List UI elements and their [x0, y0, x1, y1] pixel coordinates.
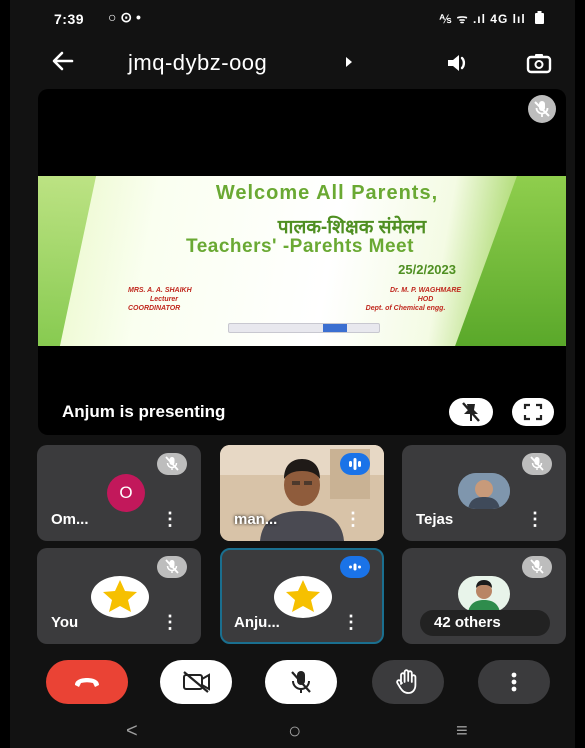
end-call-button[interactable]: [46, 660, 128, 704]
participant-tile-tejas[interactable]: Tejas ⋮: [402, 445, 566, 541]
star-avatar-icon: [91, 576, 149, 618]
mic-off-icon: [534, 101, 550, 117]
status-bar: 7:39 ○ ⊙ • ⅍ ᯤ .ıl 4G lıl: [10, 0, 575, 38]
switch-camera-button[interactable]: [524, 48, 554, 78]
more-options-button[interactable]: [478, 660, 550, 704]
unpin-button[interactable]: [449, 398, 493, 426]
call-controls: [10, 652, 575, 712]
audio-output-button[interactable]: [442, 48, 472, 78]
microphone-toggle-button[interactable]: [265, 660, 337, 704]
mic-off-icon: [165, 456, 179, 471]
camera-off-icon: [183, 671, 210, 693]
shared-slide: Welcome All Parents, पालक-शिक्षक संमेलन …: [38, 176, 566, 346]
nav-recents-button[interactable]: ≡: [456, 720, 468, 743]
more-options-icon: [511, 672, 517, 692]
system-navigation-bar: < ○ ≡: [10, 716, 575, 748]
nav-back-button[interactable]: <: [126, 720, 138, 743]
clock: 7:39: [54, 11, 85, 27]
muted-indicator: [522, 453, 552, 475]
audio-level-icon: [349, 563, 361, 571]
meeting-header: jmq-dybz-oog: [10, 40, 575, 86]
audio-level-icon: [349, 458, 361, 470]
participant-name: man...: [234, 511, 278, 528]
more-options-icon[interactable]: ⋮: [344, 509, 362, 530]
avatar: O: [107, 474, 145, 512]
nav-home-button[interactable]: ○: [288, 718, 301, 744]
network-indicators: ⅍ ᯤ .ıl 4G lıl: [439, 12, 526, 26]
camera-toggle-button[interactable]: [160, 660, 232, 704]
mic-off-icon: [291, 671, 311, 693]
profile-photo: [458, 473, 510, 509]
presentation-view[interactable]: Welcome All Parents, पालक-शिक्षक संमेलन …: [38, 89, 566, 435]
muted-indicator: [157, 453, 187, 475]
presentation-mute-indicator: [528, 95, 556, 123]
others-count: 42 others: [434, 614, 501, 631]
meeting-code[interactable]: jmq-dybz-oog: [128, 50, 267, 76]
slide-meet-title: Teachers' -Parehts Meet: [186, 236, 414, 257]
back-button[interactable]: [48, 48, 78, 78]
pin-off-icon: [462, 402, 480, 422]
more-options-icon[interactable]: ⋮: [161, 509, 179, 530]
mic-off-icon: [530, 456, 544, 471]
participant-tile-man[interactable]: man... ⋮: [220, 445, 384, 541]
battery-icon: [535, 11, 544, 24]
muted-indicator: [522, 556, 552, 578]
participant-tile-om[interactable]: O Om... ⋮: [37, 445, 201, 541]
fullscreen-button[interactable]: [512, 398, 554, 426]
slide-welcome: Welcome All Parents,: [215, 182, 439, 204]
fullscreen-icon: [523, 403, 543, 421]
avatar: [458, 576, 510, 612]
flip-camera-icon: [526, 54, 552, 74]
more-options-icon[interactable]: ⋮: [342, 612, 360, 633]
meet-screen: 7:39 ○ ⊙ • ⅍ ᯤ .ıl 4G lıl jmq-dybz-oog W…: [10, 0, 575, 748]
profile-photo: [458, 576, 510, 612]
participant-name: Anju...: [234, 614, 280, 631]
participant-name: Om...: [51, 511, 89, 528]
mic-off-icon: [165, 559, 179, 574]
speaking-indicator: [340, 556, 370, 578]
signal-icons: ⅍ ᯤ .ıl 4G lıl: [439, 10, 545, 27]
arrow-left-icon: [52, 51, 74, 71]
mic-off-icon: [530, 559, 544, 574]
more-options-icon[interactable]: ⋮: [161, 612, 179, 633]
slide-toolbar: [228, 323, 380, 333]
muted-indicator: [157, 556, 187, 578]
participant-name: You: [51, 614, 79, 631]
star-avatar-icon: [274, 576, 332, 618]
presenting-label: Anjum is presenting: [62, 402, 226, 421]
speaker-icon: [448, 55, 466, 71]
caret-right-icon[interactable]: [344, 56, 354, 68]
participant-name: Tejas: [416, 511, 454, 528]
end-call-icon: [75, 678, 99, 687]
raise-hand-icon: [396, 669, 417, 694]
raise-hand-button[interactable]: [372, 660, 444, 704]
slide-date: 25/2/2023: [398, 262, 456, 277]
slide-right-signature: Dr. M. P. WAGHMARE HOD Dept. of Chemical…: [365, 287, 462, 312]
participant-tile-you[interactable]: You ⋮: [37, 548, 201, 644]
slide-left-signature: MRS. A. A. SHAIKH Lecturer COORDINATOR: [128, 287, 192, 312]
more-options-icon[interactable]: ⋮: [526, 509, 544, 530]
participant-tile-anju[interactable]: Anju... ⋮: [220, 548, 384, 644]
participant-tile-others[interactable]: 42 others: [402, 548, 566, 644]
speaking-indicator: [340, 453, 370, 475]
notification-icons: ○ ⊙ •: [108, 9, 141, 25]
avatar: [458, 473, 510, 509]
